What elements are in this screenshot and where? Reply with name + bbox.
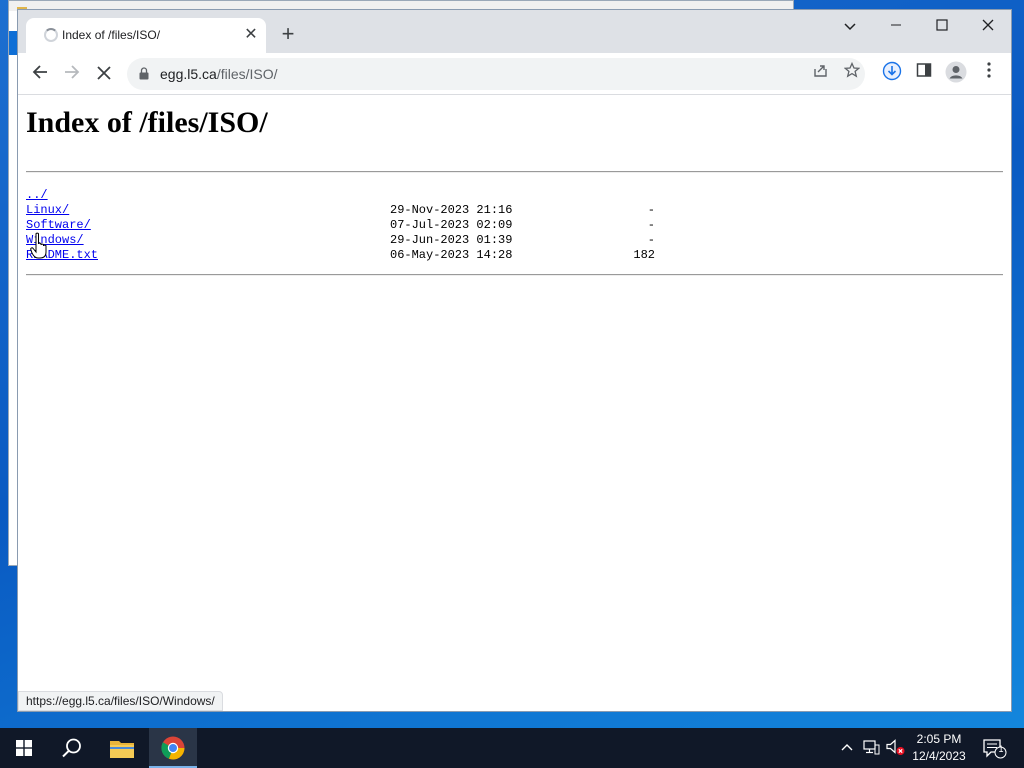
browser-toolbar: egg.l5.ca/files/ISO/ <box>18 53 1011 95</box>
stop-loading-icon[interactable] <box>90 60 118 88</box>
software-folder-link[interactable]: Software/ <box>26 218 91 233</box>
tab-search-chevron-icon[interactable] <box>827 12 873 42</box>
url-text[interactable]: egg.l5.ca/files/ISO/ <box>160 66 278 82</box>
maximize-button[interactable] <box>919 12 965 42</box>
parent-directory-link[interactable]: ../ <box>26 188 48 203</box>
directory-listing: ../ Linux/ 29-Nov-2023 21:16 - Software/… <box>26 188 666 263</box>
notification-icon[interactable]: 1 <box>980 728 1010 768</box>
bottom-divider <box>26 274 1003 276</box>
star-icon[interactable] <box>840 61 864 86</box>
list-item: Windows/ 29-Jun-2023 01:39 - <box>26 233 666 248</box>
side-panel-icon[interactable] <box>911 61 937 87</box>
status-bar-url: https://egg.l5.ca/files/ISO/Windows/ <box>18 691 223 711</box>
search-icon[interactable] <box>48 728 96 768</box>
chrome-window: Index of /files/ISO/ ✕ + egg.l5.ca/files… <box>18 10 1011 711</box>
notification-count: 1 <box>998 744 1004 754</box>
entry-size: - <box>647 233 655 247</box>
tab-close-icon[interactable]: ✕ <box>240 24 262 46</box>
linux-folder-link[interactable]: Linux/ <box>26 203 69 218</box>
file-explorer-icon[interactable] <box>98 728 146 768</box>
loading-spinner-icon <box>44 28 58 42</box>
list-item: ../ <box>26 188 666 203</box>
tab-strip: Index of /files/ISO/ ✕ + <box>18 10 1011 53</box>
clock-date: 12/4/2023 <box>912 749 966 763</box>
download-icon[interactable] <box>879 61 905 87</box>
url-host: egg.l5.ca <box>160 66 217 82</box>
url-path: /files/ISO/ <box>216 66 278 82</box>
back-arrow-icon[interactable] <box>26 60 54 88</box>
system-clock[interactable]: 2:05 PM 12/4/2023 <box>900 731 978 765</box>
top-divider <box>26 171 1003 173</box>
entry-date: 06-May-2023 14:28 <box>390 248 513 262</box>
hand-pointer-cursor-icon <box>30 232 47 259</box>
list-item: Linux/ 29-Nov-2023 21:16 - <box>26 203 666 218</box>
entry-size: - <box>647 218 655 232</box>
clock-time: 2:05 PM <box>916 732 962 746</box>
close-window-button[interactable] <box>965 12 1011 42</box>
list-item: README.txt 06-May-2023 14:28 182 <box>26 248 666 263</box>
chrome-icon[interactable] <box>149 728 197 768</box>
entry-date: 29-Nov-2023 21:16 <box>390 203 513 217</box>
entry-size: 182 <box>633 248 655 262</box>
forward-arrow-icon[interactable] <box>58 60 86 88</box>
minimize-button[interactable] <box>873 12 919 42</box>
page-title: Index of /files/ISO/ <box>26 106 268 139</box>
entry-size: - <box>647 203 655 217</box>
tab-index-files-iso[interactable]: Index of /files/ISO/ ✕ <box>26 18 266 53</box>
windows-start-icon[interactable] <box>0 728 48 768</box>
taskbar: 2:05 PM 12/4/2023 1 <box>0 728 1024 768</box>
share-icon[interactable] <box>808 62 832 86</box>
profile-icon[interactable] <box>943 61 969 87</box>
new-tab-button[interactable]: + <box>276 23 300 47</box>
page-content: Index of /files/ISO/ ../ Linux/ 29-Nov-2… <box>18 96 1011 711</box>
list-item: Software/ 07-Jul-2023 02:09 - <box>26 218 666 233</box>
lock-icon[interactable] <box>139 67 149 80</box>
network-icon[interactable] <box>860 728 882 768</box>
chevron-up-icon[interactable] <box>838 728 856 768</box>
entry-date: 07-Jul-2023 02:09 <box>390 218 513 232</box>
address-bar[interactable]: egg.l5.ca/files/ISO/ <box>127 58 865 90</box>
tab-title: Index of /files/ISO/ <box>62 28 161 42</box>
menu-kebab-icon[interactable] <box>976 61 1002 87</box>
entry-date: 29-Jun-2023 01:39 <box>390 233 513 247</box>
